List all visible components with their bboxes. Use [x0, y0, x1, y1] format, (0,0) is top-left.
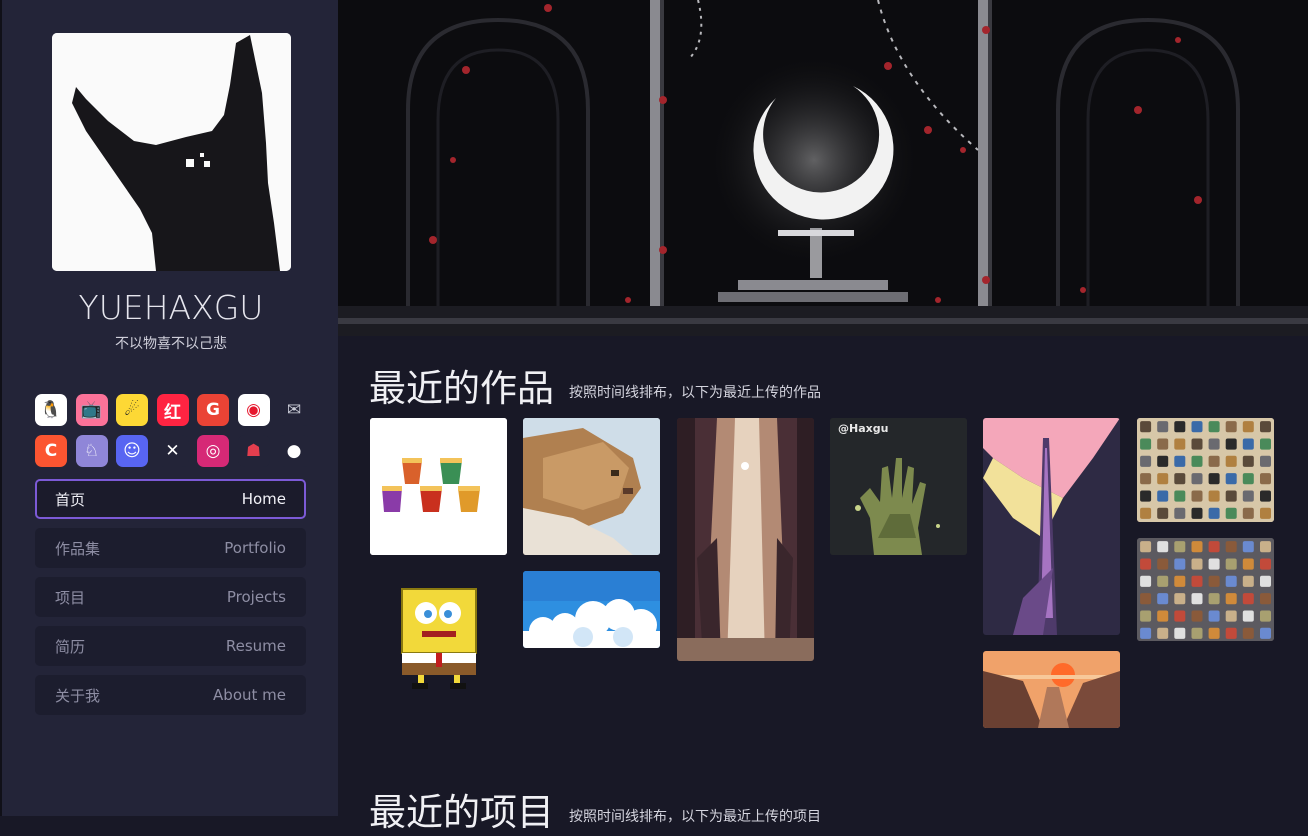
- nav-item-zh-label: 作品集: [55, 539, 101, 558]
- main-nav: 首页 Home 作品集 Portfolio 项目 Projects 简历 Resume 关于我 A…: [35, 479, 306, 724]
- nav-item-zh-label: 简历: [55, 637, 86, 656]
- thumb-zombie-hand[interactable]: @Haxgu: [830, 418, 967, 555]
- sunset-canyon-art: [983, 651, 1120, 728]
- bilibili-icon[interactable]: 📺: [75, 394, 108, 426]
- hero-banner: [338, 0, 1308, 336]
- avatar[interactable]: [52, 33, 291, 271]
- acfun-icon[interactable]: ☄: [116, 394, 148, 426]
- nav-item-about-me[interactable]: 关于我 About me: [35, 675, 306, 715]
- email-icon[interactable]: ✉: [278, 394, 310, 426]
- recent-projects-title: 最近的项目: [369, 791, 554, 834]
- github-icon[interactable]: ●: [278, 435, 310, 467]
- weapon-icons-sheet: [1137, 418, 1274, 522]
- social-links: 🐧 📺 ☄ 红 G ◉ ✉ C ♘ ☺ ✕ ◎ ☗ ●: [35, 394, 313, 467]
- nav-item-portfolio[interactable]: 作品集 Portfolio: [35, 528, 306, 568]
- moon-altar-banner-image: [338, 0, 1308, 336]
- shop-icon[interactable]: ☗: [237, 435, 270, 467]
- zombie-hand-art: [830, 418, 967, 555]
- nav-item-zh-label: 关于我: [55, 686, 101, 705]
- nav-item-en-label: About me: [213, 686, 286, 704]
- nav-item-projects[interactable]: 项目 Projects: [35, 577, 306, 617]
- cat-silhouette-icon: [52, 33, 291, 271]
- csdn-icon[interactable]: C: [35, 435, 67, 467]
- item-icons-sheet: [1137, 538, 1274, 641]
- sky-clouds-art: [523, 571, 660, 648]
- recent-projects-subtitle: 按照时间线排布，以下为最近上传的项目: [569, 809, 821, 825]
- nav-item-en-label: Resume: [225, 637, 286, 655]
- thumb-weapons[interactable]: [1137, 418, 1274, 522]
- xiaohongshu-icon[interactable]: 红: [156, 394, 189, 426]
- nav-item-en-label: Portfolio: [224, 539, 286, 557]
- nav-item-en-label: Projects: [226, 588, 286, 606]
- nav-item-en-label: Home: [241, 490, 286, 508]
- art-watermark: @Haxgu: [838, 422, 889, 435]
- thumb-cat[interactable]: [523, 418, 660, 555]
- forest-light-art: [677, 418, 814, 661]
- nav-item-home[interactable]: 首页 Home: [35, 479, 306, 519]
- thumb-sky[interactable]: [523, 571, 660, 648]
- spongebob-pixel-art: [401, 588, 477, 689]
- sidebar: YUEHAXGU 不以物喜不以己悲 🐧 📺 ☄ 红 G ◉ ✉ C ♘ ☺ ✕ ◎ ☗ ● 首页 Home 作…: [0, 0, 338, 816]
- thumb-noodle-cups[interactable]: [370, 418, 507, 555]
- google-icon[interactable]: G: [197, 394, 229, 426]
- nav-item-zh-label: 项目: [55, 588, 86, 607]
- noodle-cups-art: [370, 418, 507, 555]
- thumb-items[interactable]: [1137, 538, 1274, 641]
- thumb-spongebob[interactable]: [396, 583, 482, 691]
- recent-works-title: 最近的作品: [369, 367, 554, 410]
- nav-item-resume[interactable]: 简历 Resume: [35, 626, 306, 666]
- main-content: 最近的作品 按照时间线排布，以下为最近上传的作品 @Haxgu 最近的项目 按照…: [338, 0, 1308, 834]
- weibo-icon[interactable]: ◉: [237, 394, 270, 426]
- site-name: YUEHAXGU: [78, 288, 264, 327]
- thumb-sunset[interactable]: [983, 651, 1120, 728]
- thumb-tower[interactable]: [983, 418, 1120, 635]
- tower-pink-sky-art: [983, 418, 1120, 635]
- discord-icon[interactable]: ☺: [116, 435, 148, 467]
- thumb-forest[interactable]: [677, 418, 814, 661]
- lofter-icon[interactable]: ♘: [75, 435, 108, 467]
- x-twitter-icon[interactable]: ✕: [156, 435, 189, 467]
- qq-icon[interactable]: 🐧: [35, 394, 67, 426]
- nav-item-zh-label: 首页: [55, 490, 86, 509]
- instagram-icon[interactable]: ◎: [197, 435, 229, 467]
- cat-pixel-art: [523, 418, 660, 555]
- recent-works-subtitle: 按照时间线排布，以下为最近上传的作品: [569, 385, 821, 401]
- site-motto: 不以物喜不以己悲: [115, 336, 227, 352]
